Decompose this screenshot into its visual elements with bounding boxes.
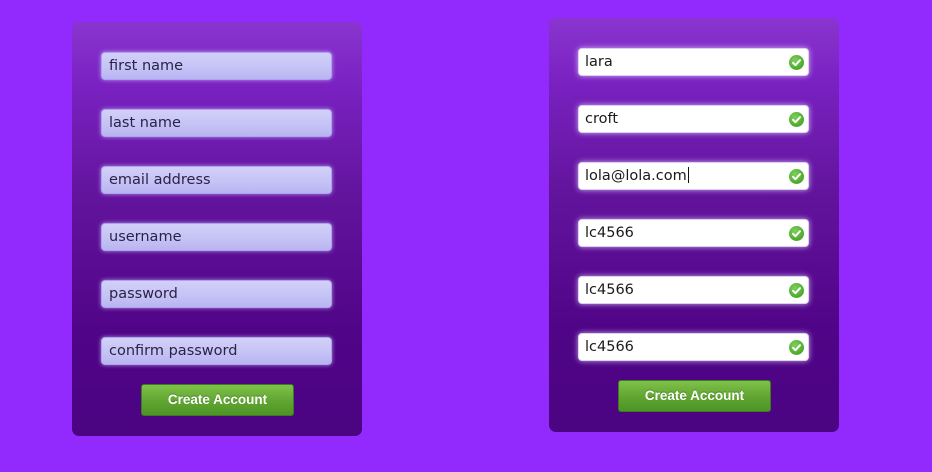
username-field[interactable]: username <box>101 223 332 251</box>
check-circle-icon <box>789 283 804 298</box>
check-circle-icon <box>789 169 804 184</box>
signup-form-empty: first name last name email address usern… <box>72 22 362 436</box>
check-circle-icon <box>789 340 804 355</box>
username-field[interactable]: lc4566 <box>578 219 809 247</box>
check-circle-icon <box>789 55 804 70</box>
email-field[interactable]: lola@lola.com <box>578 162 809 190</box>
field-value: lc4566 <box>585 282 634 298</box>
password-field[interactable]: password <box>101 280 332 308</box>
field-value: lola@lola.com <box>585 168 687 184</box>
field-value: croft <box>585 111 619 127</box>
signup-form-filled: lara croft lola@lola.com lc4566 lc4566 l… <box>549 18 839 432</box>
last-name-field[interactable]: last name <box>101 109 332 137</box>
confirm-password-field[interactable]: confirm password <box>101 337 332 365</box>
email-field[interactable]: email address <box>101 166 332 194</box>
check-circle-icon <box>789 112 804 127</box>
last-name-field[interactable]: croft <box>578 105 809 133</box>
first-name-field[interactable]: first name <box>101 52 332 80</box>
text-cursor <box>687 167 689 183</box>
field-value: lc4566 <box>585 225 634 241</box>
field-value: lc4566 <box>585 339 634 355</box>
confirm-password-field[interactable]: lc4566 <box>578 333 809 361</box>
create-account-button[interactable]: Create Account <box>618 380 771 412</box>
first-name-field[interactable]: lara <box>578 48 809 76</box>
create-account-button[interactable]: Create Account <box>141 384 294 416</box>
field-value: lara <box>585 54 613 70</box>
password-field[interactable]: lc4566 <box>578 276 809 304</box>
check-circle-icon <box>789 226 804 241</box>
